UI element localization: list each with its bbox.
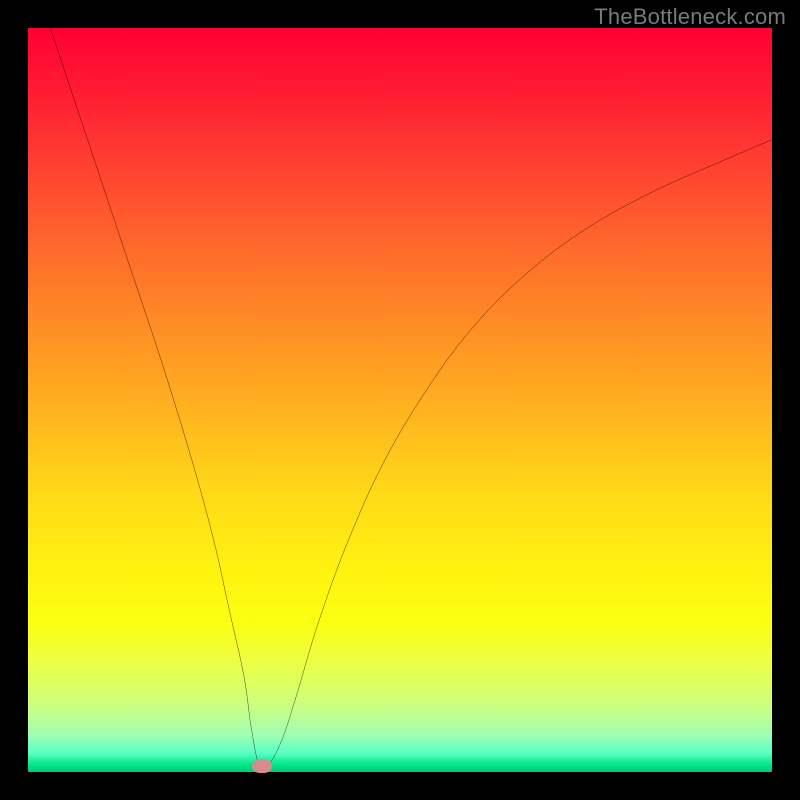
bottleneck-curve [28,28,772,772]
curve-path [50,28,772,771]
optimal-point-marker [252,759,272,773]
plot-area [28,28,772,772]
watermark-text: TheBottleneck.com [594,4,786,30]
